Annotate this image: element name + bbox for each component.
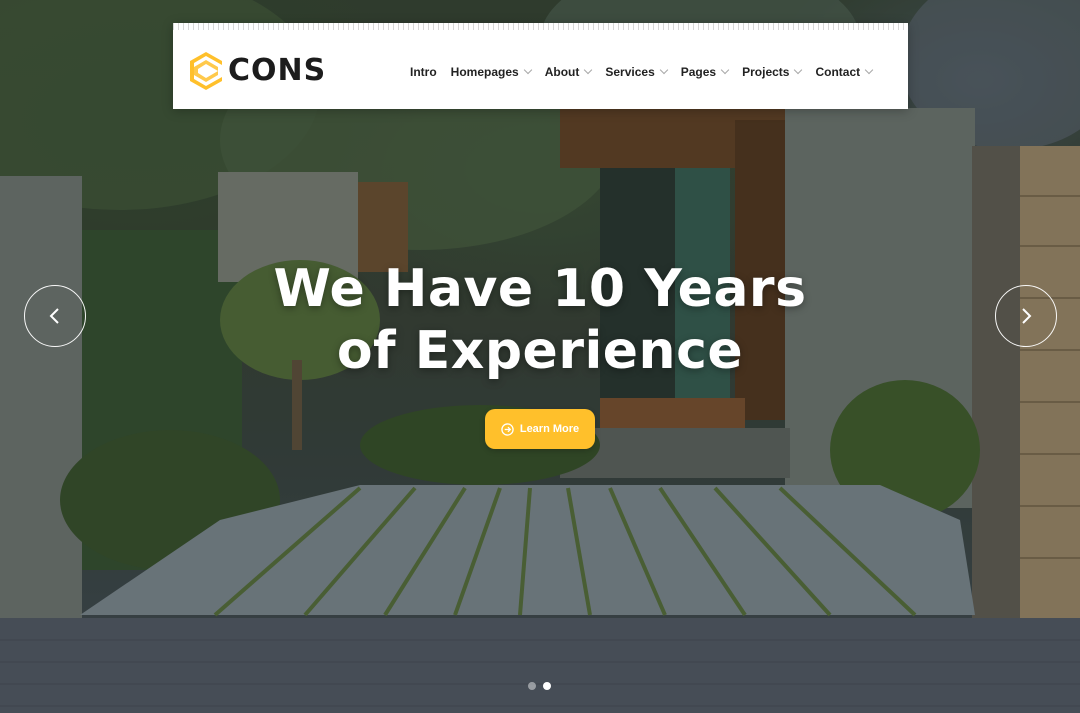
slider-dot-1[interactable] xyxy=(528,682,536,690)
nav-item-about[interactable]: About xyxy=(544,65,593,79)
nav-item-intro[interactable]: Intro xyxy=(410,65,437,79)
nav-item-label: Contact xyxy=(815,65,861,79)
site-logo[interactable]: CONS xyxy=(188,50,326,92)
logo-text: CONS xyxy=(228,53,327,88)
hero-slider: CONS Intro Homepages About Services Page… xyxy=(0,0,1080,713)
learn-more-label: Learn More xyxy=(519,423,580,435)
chevron-down-icon xyxy=(794,65,803,75)
nav-item-label: Services xyxy=(605,65,655,79)
nav-item-label: About xyxy=(544,65,580,79)
hero-headline-line-1: We Have 10 Years xyxy=(273,259,807,319)
hero-headline: We Have 10 Years of Experience xyxy=(190,258,890,382)
chevron-down-icon xyxy=(523,65,532,75)
chevron-down-icon xyxy=(720,65,730,75)
header-ruler-decoration xyxy=(173,23,908,30)
site-header: CONS Intro Homepages About Services Page… xyxy=(173,23,908,109)
chevron-down-icon xyxy=(584,65,593,75)
nav-item-projects[interactable]: Projects xyxy=(742,65,803,79)
nav-item-services[interactable]: Services xyxy=(605,65,668,79)
nav-item-label: Intro xyxy=(410,65,437,79)
chevron-right-icon xyxy=(1022,308,1032,324)
slider-pagination xyxy=(528,682,558,690)
learn-more-button[interactable]: Learn More xyxy=(485,409,595,449)
nav-item-pages[interactable]: Pages xyxy=(680,65,730,79)
slider-next-button[interactable] xyxy=(995,285,1057,347)
nav-item-contact[interactable]: Contact xyxy=(815,65,874,79)
main-navigation: Intro Homepages About Services Pages Pro… xyxy=(410,61,886,83)
nav-item-label: Pages xyxy=(680,65,717,79)
chevron-down-icon xyxy=(864,65,874,75)
slider-prev-button[interactable] xyxy=(24,285,86,347)
chevron-left-icon xyxy=(49,308,59,324)
arrow-circle-right-icon xyxy=(501,422,514,436)
chevron-down-icon xyxy=(659,65,668,75)
nav-item-label: Projects xyxy=(742,65,790,79)
hero-headline-line-2: of Experience xyxy=(336,321,744,381)
nav-item-label: Homepages xyxy=(450,65,519,79)
cons-logo-icon xyxy=(190,52,222,90)
nav-item-homepages[interactable]: Homepages xyxy=(450,65,532,79)
slider-dot-2[interactable] xyxy=(543,682,551,690)
